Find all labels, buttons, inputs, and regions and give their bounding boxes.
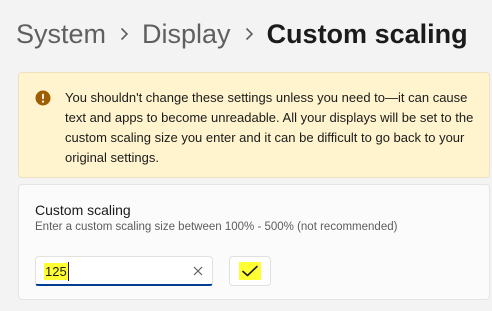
page-title: Custom scaling (266, 19, 468, 49)
breadcrumb: System Display Custom scaling (16, 16, 468, 52)
custom-scaling-description: Enter a custom scaling size between 100%… (35, 221, 398, 233)
confirm-scaling-button[interactable] (229, 256, 271, 286)
breadcrumb-display[interactable]: Display (142, 16, 231, 52)
custom-scaling-card: Custom scaling Enter a custom scaling si… (18, 184, 490, 300)
checkmark-icon (241, 264, 259, 278)
warning-banner: You shouldn't change these settings unle… (18, 72, 490, 178)
scaling-size-value[interactable]: 125 (44, 263, 68, 280)
warning-text: You shouldn't change these settings unle… (65, 90, 474, 165)
custom-scaling-title: Custom scaling (35, 202, 131, 218)
chevron-right-icon (244, 27, 254, 41)
scaling-size-input[interactable]: 125 (35, 256, 213, 286)
close-icon[interactable] (190, 263, 206, 279)
breadcrumb-system[interactable]: System (16, 16, 106, 52)
warning-circle-icon (35, 90, 51, 106)
text-caret (68, 262, 69, 281)
chevron-right-icon (119, 27, 129, 41)
